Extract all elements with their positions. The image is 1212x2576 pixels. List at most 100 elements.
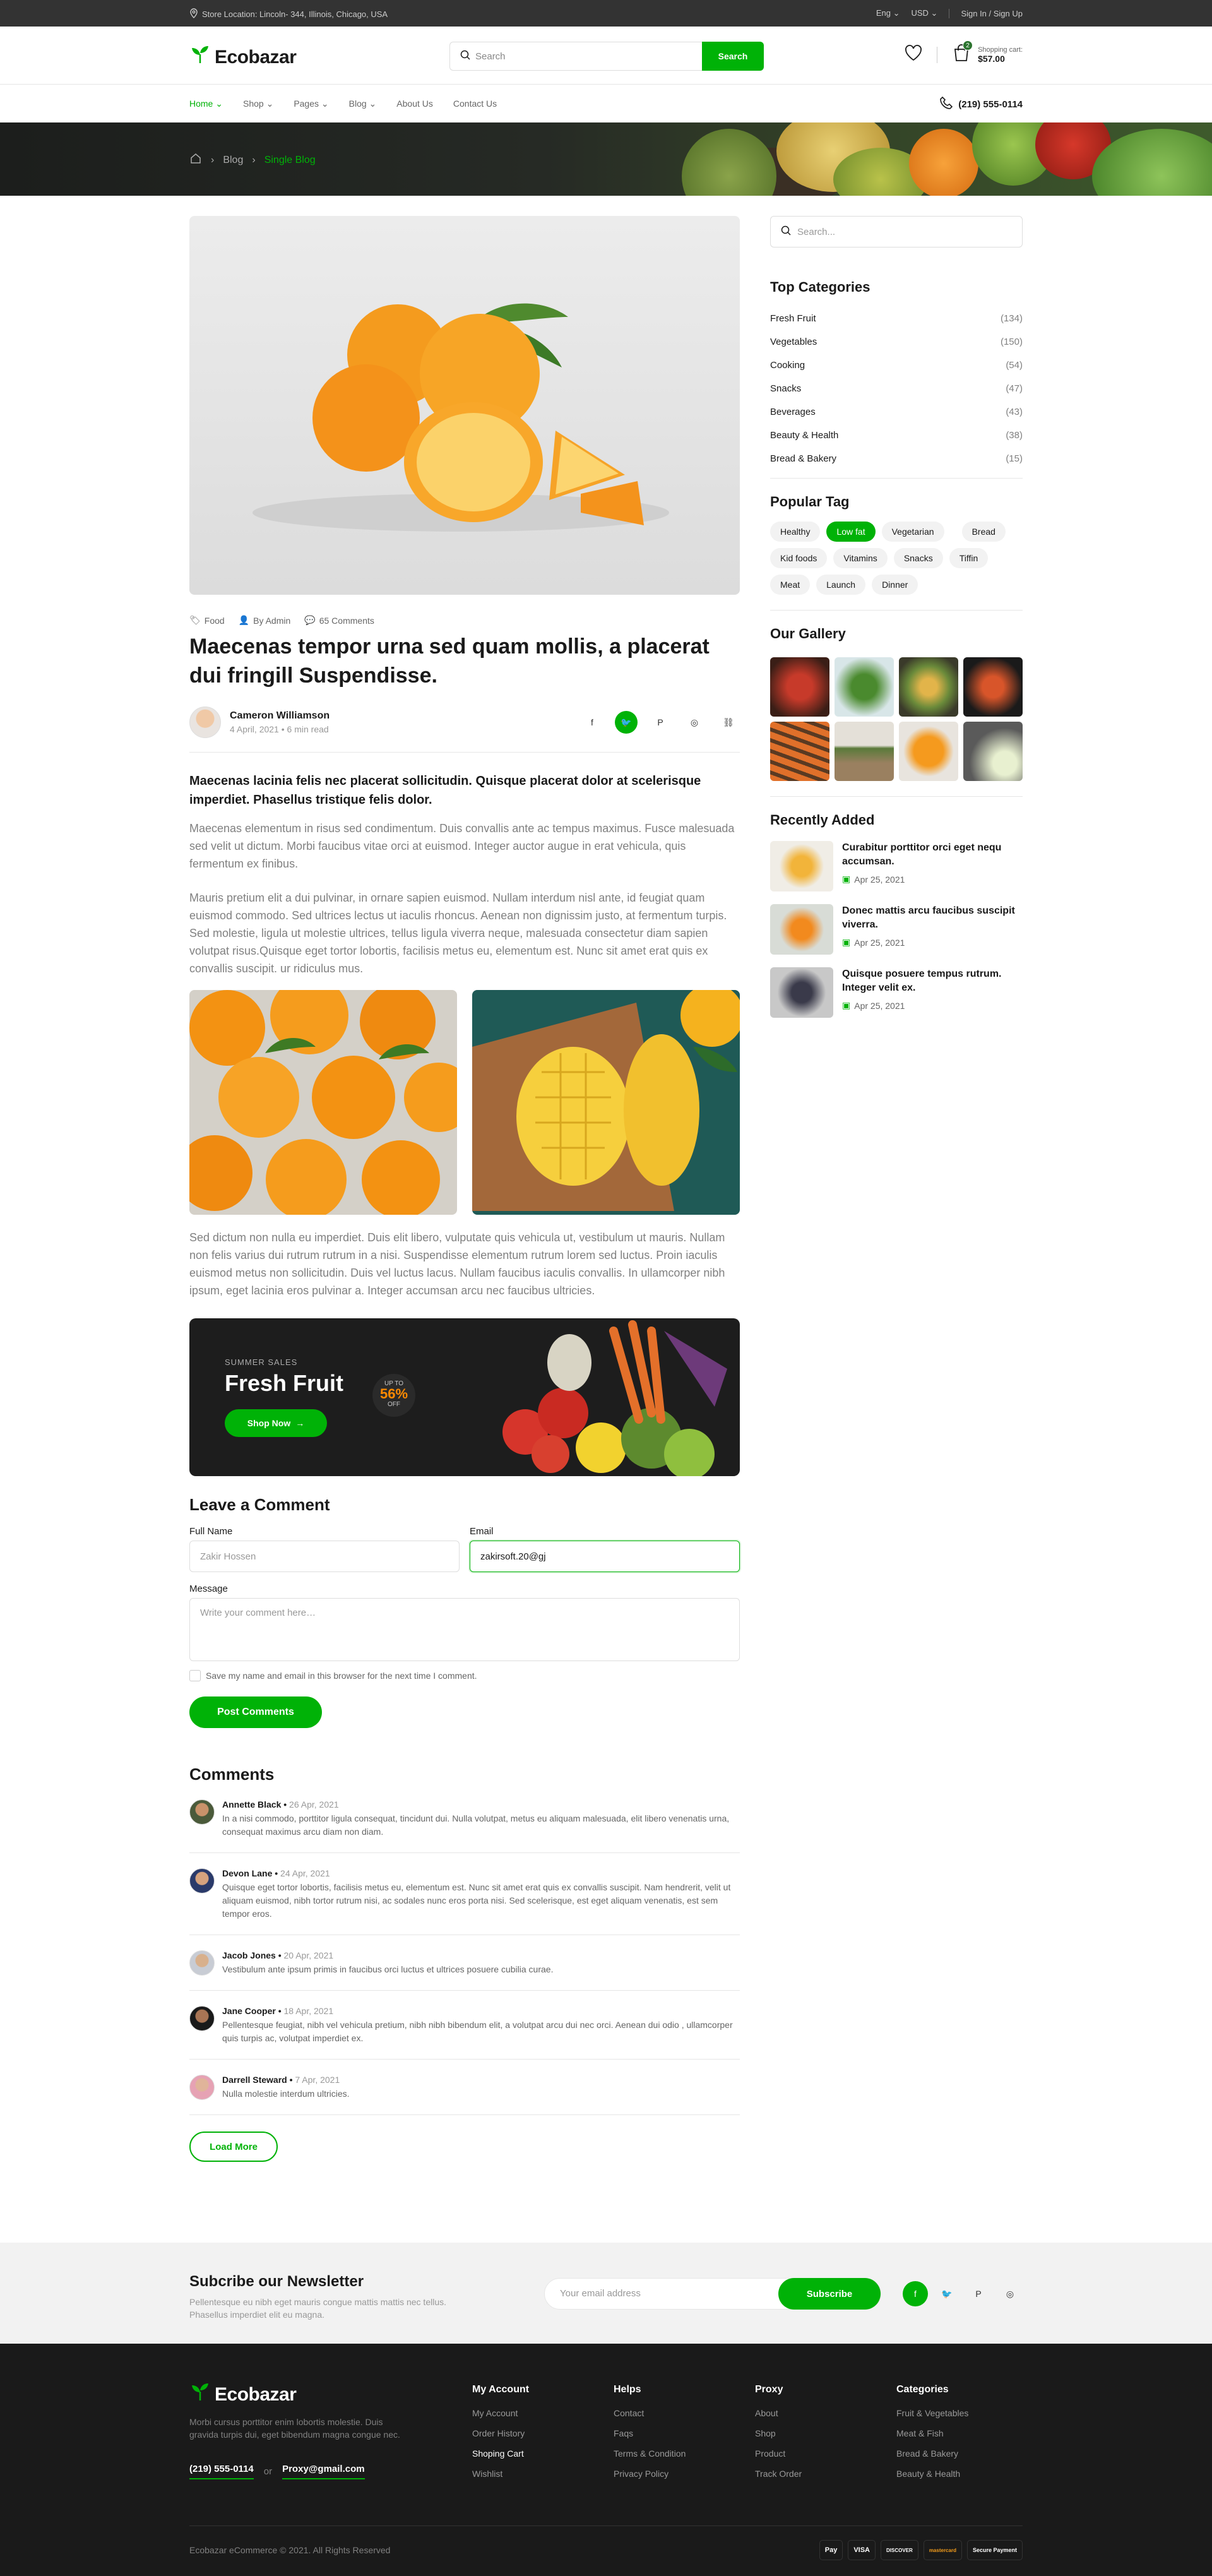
gallery-image[interactable] <box>835 722 894 781</box>
avatar <box>189 2075 215 2100</box>
shop-now-button[interactable]: Shop Now → <box>225 1409 327 1437</box>
footer-link[interactable]: Bread & Bakery <box>896 2448 968 2469</box>
breadcrumb-blog[interactable]: Blog <box>223 155 243 166</box>
footer-link[interactable]: My Account <box>472 2408 529 2428</box>
footer-link[interactable]: Faqs <box>614 2428 686 2448</box>
discover-icon: DISCOVER <box>881 2540 918 2560</box>
full-name-field[interactable]: Zakir Hossen <box>189 1541 460 1572</box>
facebook-icon[interactable]: f <box>903 2281 928 2306</box>
footer-logo[interactable]: Ecobazar <box>189 2382 297 2408</box>
gallery-image[interactable] <box>963 722 1023 781</box>
checkbox[interactable] <box>189 1670 201 1681</box>
recent-title: Recently Added <box>770 812 875 828</box>
nav-contact[interactable]: Contact Us <box>453 98 497 109</box>
wishlist-heart-icon[interactable] <box>904 44 923 65</box>
nav-pages[interactable]: Pages ⌄ <box>294 98 328 109</box>
category-item[interactable]: Vegetables (150) <box>770 330 1023 354</box>
facebook-icon[interactable]: f <box>581 711 603 734</box>
article: 🏷 Food 👤 By Admin 💬 65 Comments Maecenas te… <box>189 216 740 2162</box>
post-category[interactable]: 🏷 Food <box>189 615 225 626</box>
nav-shop[interactable]: Shop ⌄ <box>243 98 273 109</box>
chevron-right-icon: › <box>211 154 215 165</box>
recent-post[interactable]: Donec mattis arcu faucibus suscipit vive… <box>770 904 1023 955</box>
nav-phone[interactable]: (219) 555-0114 <box>939 96 1023 112</box>
tag-item[interactable]: Dinner <box>872 575 918 595</box>
calendar-icon: ▣ <box>842 1000 851 1010</box>
footer-link[interactable]: Terms & Condition <box>614 2448 686 2469</box>
category-item[interactable]: Fresh Fruit (134) <box>770 307 1023 330</box>
sign-in-link[interactable]: Sign In / Sign Up <box>961 9 1023 18</box>
twitter-icon[interactable]: 🐦 <box>934 2281 960 2306</box>
footer-link[interactable]: Product <box>755 2448 802 2469</box>
footer-link[interactable]: About <box>755 2408 802 2428</box>
twitter-icon[interactable]: 🐦 <box>615 711 638 734</box>
pinterest-icon[interactable]: P <box>966 2281 991 2306</box>
post-comments-count[interactable]: 💬 65 Comments <box>304 615 374 626</box>
gallery-image[interactable] <box>770 657 829 717</box>
newsletter-email-input[interactable]: Your email address <box>560 2288 641 2299</box>
pinterest-icon[interactable]: P <box>649 711 672 734</box>
gallery-image[interactable] <box>899 657 958 717</box>
language-select[interactable]: Eng ⌄ <box>876 8 900 18</box>
home-icon[interactable] <box>189 152 202 168</box>
footer-link[interactable]: Privacy Policy <box>614 2469 686 2489</box>
subscribe-button[interactable]: Subscribe <box>778 2278 881 2310</box>
footer-phone[interactable]: (219) 555-0114 <box>189 2464 254 2479</box>
post-comments-button[interactable]: Post Comments <box>189 1696 322 1728</box>
footer-contact: (219) 555-0114 or Proxy@gmail.com <box>189 2464 365 2479</box>
sidebar-search-input[interactable]: Search... <box>770 216 1023 247</box>
instagram-icon[interactable]: ◎ <box>683 711 706 734</box>
footer-link[interactable]: Track Order <box>755 2469 802 2489</box>
tag-item[interactable]: Vegetarian <box>881 522 944 542</box>
footer-link[interactable]: Meat & Fish <box>896 2428 968 2448</box>
message-field[interactable]: Write your comment here… <box>189 1598 740 1661</box>
tag-item[interactable]: Meat <box>770 575 811 595</box>
link-icon[interactable]: ⛓ <box>717 711 740 734</box>
footer-link[interactable]: Shop <box>755 2428 802 2448</box>
logo[interactable]: Ecobazar <box>189 44 297 71</box>
footer-link[interactable]: Order History <box>472 2428 529 2448</box>
footer-email[interactable]: Proxy@gmail.com <box>282 2464 365 2479</box>
nav-blog[interactable]: Blog ⌄ <box>349 98 377 109</box>
search-input[interactable]: Search <box>449 42 702 71</box>
currency-select[interactable]: USD ⌄ <box>911 8 937 18</box>
tag-item[interactable]: Healthy <box>770 522 821 542</box>
footer-link[interactable]: Contact <box>614 2408 686 2428</box>
category-list: Fresh Fruit (134) Vegetables (150) Cooking… <box>770 307 1023 470</box>
tag-item[interactable]: Snacks <box>893 548 943 568</box>
footer-link[interactable]: Beauty & Health <box>896 2469 968 2489</box>
instagram-icon[interactable]: ◎ <box>997 2281 1023 2306</box>
tag-item[interactable]: Bread <box>961 522 1006 542</box>
tag-item[interactable]: Kid foods <box>770 548 828 568</box>
category-item[interactable]: Beverages (43) <box>770 400 1023 424</box>
email-label: Email <box>470 1526 494 1537</box>
category-item[interactable]: Snacks (47) <box>770 377 1023 400</box>
tag-item[interactable]: Vitamins <box>833 548 888 568</box>
email-field[interactable]: zakirsoft.20@gj <box>470 1541 740 1572</box>
category-item[interactable]: Beauty & Health (38) <box>770 424 1023 447</box>
save-info-checkbox[interactable]: Save my name and email in this browser f… <box>189 1670 740 1681</box>
load-more-button[interactable]: Load More <box>189 2132 278 2162</box>
recent-post[interactable]: Quisque posuere tempus rutrum. Integer v… <box>770 967 1023 1018</box>
nav-about[interactable]: About Us <box>396 98 433 109</box>
discount-badge: UP TO 56% OFF <box>372 1374 415 1417</box>
gallery-image[interactable] <box>899 722 958 781</box>
footer-link[interactable]: Fruit & Vegetables <box>896 2408 968 2428</box>
footer-link[interactable]: Wishlist <box>472 2469 529 2489</box>
gallery-image[interactable] <box>963 657 1023 717</box>
nav-home[interactable]: Home ⌄ <box>189 98 223 109</box>
category-item[interactable]: Cooking (54) <box>770 354 1023 377</box>
category-item[interactable]: Bread & Bakery (15) <box>770 447 1023 470</box>
shopping-cart[interactable]: 2 Shopping cart: $57.00 <box>951 40 1023 66</box>
tag-item[interactable]: Launch <box>816 575 866 595</box>
post-author[interactable]: 👤 By Admin <box>239 615 291 626</box>
search-button[interactable]: Search <box>702 42 764 71</box>
tag-item[interactable]: Tiffin <box>949 548 989 568</box>
divider <box>770 478 1023 479</box>
footer-link[interactable]: Shoping Cart <box>472 2448 529 2469</box>
tag-item-active[interactable]: Low fat <box>826 522 876 542</box>
gallery-image[interactable] <box>835 657 894 717</box>
gallery-image[interactable] <box>770 722 829 781</box>
recent-post-title: Quisque posuere tempus rutrum. Integer v… <box>842 969 1002 993</box>
recent-post[interactable]: Curabitur porttitor orci eget nequ accum… <box>770 841 1023 891</box>
